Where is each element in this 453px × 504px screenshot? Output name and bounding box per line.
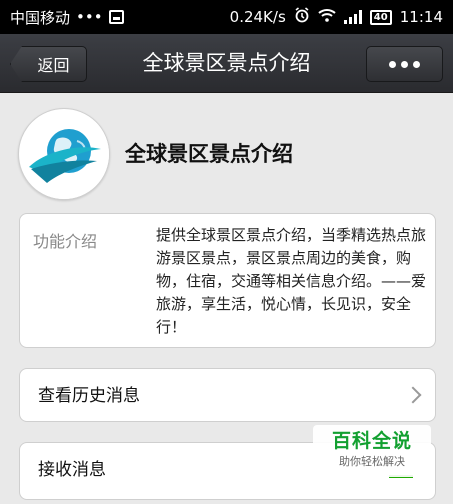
back-button-label: 返回 [37,56,70,75]
more-dot-icon [389,60,396,68]
watermark-title: 百科全说 [331,430,412,452]
intro-label: 功能介绍 [33,232,98,251]
back-button[interactable]: 返回 [10,46,87,82]
account-name: 全球景区景点介绍 [125,142,293,166]
title-bar: 返回 全球景区景点介绍 [0,34,453,93]
intro-text: 提供全球景区景点介绍，当季精选热点旅游景区景点，景区景点周边的美食，购物，住宿，… [156,226,427,336]
more-options-button[interactable] [366,46,443,82]
receive-messages-label: 接收消息 [38,460,106,480]
more-dot-icon [401,60,408,68]
network-speed: 0.24K/s [229,8,286,26]
page-title: 全球景区景点介绍 [142,51,311,75]
notification-dots: ••• [76,8,103,26]
chevron-right-icon [404,386,422,404]
status-bar: 中国移动 ••• 0.24K/s 40 11:14 [0,0,453,34]
intro-card: 功能介绍 提供全球景区景点介绍，当季精选热点旅游景区景点，景区景点周边的美食，购… [19,213,436,348]
view-history-label: 查看历史消息 [38,386,140,406]
view-history-row[interactable]: 查看历史消息 [19,368,436,422]
image-notification-icon [108,10,124,24]
watermark: 百科全说 助你轻松解决 [313,425,431,477]
carrier-name: 中国移动 [10,8,71,27]
globe-logo-icon [20,110,109,199]
signal-strength-icon [343,10,362,24]
watermark-subtitle: 助你轻松解决 [339,455,405,468]
avatar [18,108,110,200]
more-dot-icon [413,60,420,68]
wifi-icon [318,8,336,26]
alarm-icon [294,7,310,27]
clock-time: 11:14 [399,8,443,26]
battery-indicator: 40 [369,9,392,25]
